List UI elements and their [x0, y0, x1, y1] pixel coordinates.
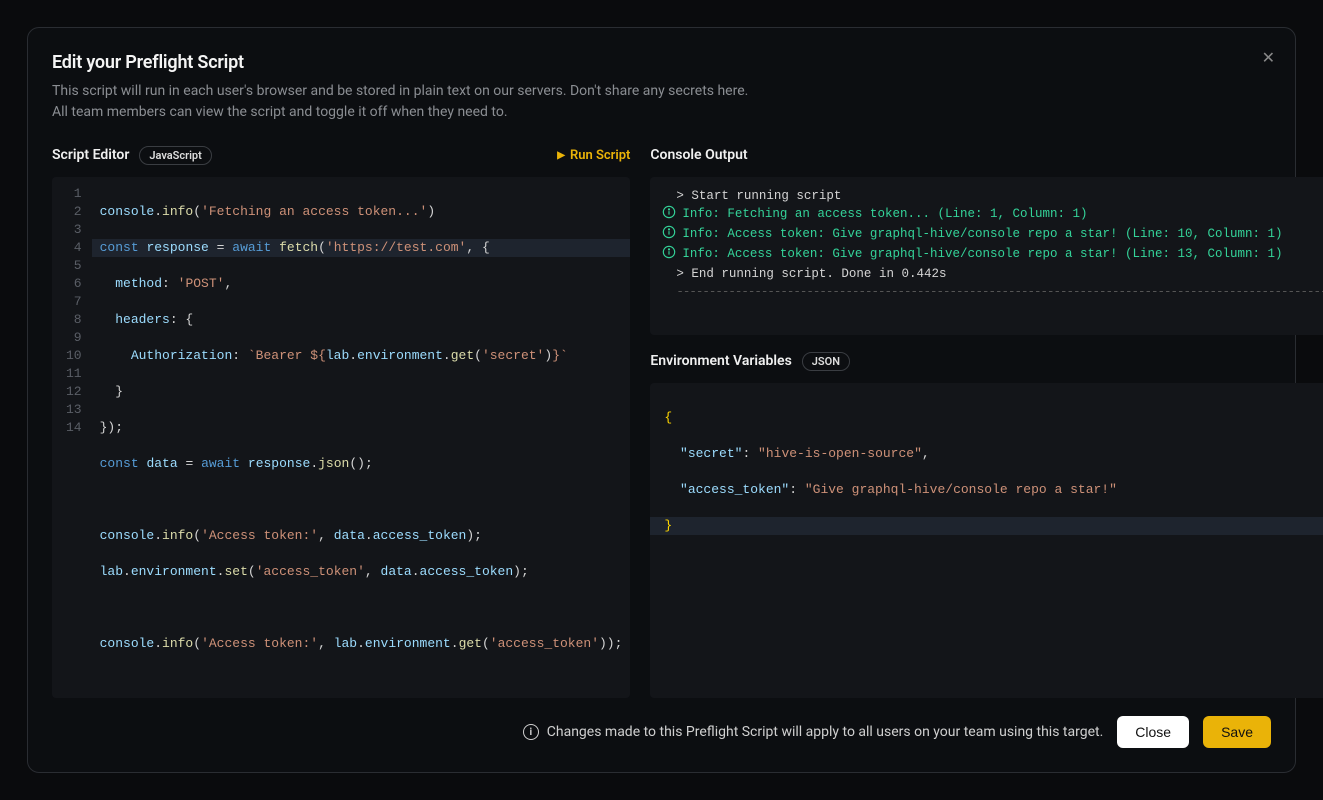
language-badge: JavaScript	[139, 146, 211, 165]
info-icon: i	[523, 724, 539, 740]
json-badge: JSON	[802, 352, 850, 371]
run-script-button[interactable]: ▶ Run Script	[557, 148, 630, 163]
console-output[interactable]: > Start running script Info: Fetching an…	[650, 177, 1323, 335]
footer-warning: i Changes made to this Preflight Script …	[523, 724, 1104, 740]
play-icon: ▶	[557, 150, 565, 161]
console-output-title: Console Output	[650, 147, 747, 163]
console-line: Info: Access token: Give graphql-hive/co…	[662, 245, 1323, 265]
line-gutter: 1234567891011121314	[52, 177, 92, 698]
modal-title: Edit your Preflight Script	[52, 52, 1271, 73]
info-icon	[662, 225, 676, 245]
save-button[interactable]: Save	[1203, 716, 1271, 748]
env-editor[interactable]: { "secret": "hive-is-open-source", "acce…	[650, 383, 1323, 698]
env-vars-title: Environment Variables	[650, 353, 791, 369]
console-line: > End running script. Done in 0.442s	[662, 265, 1323, 283]
info-icon	[662, 205, 676, 225]
console-separator: ----------------------------------------…	[662, 283, 1323, 301]
close-button[interactable]: Close	[1117, 716, 1189, 748]
console-line: Info: Access token: Give graphql-hive/co…	[662, 225, 1323, 245]
preflight-script-modal: ✕ Edit your Preflight Script This script…	[27, 27, 1296, 773]
console-line: Info: Fetching an access token... (Line:…	[662, 205, 1323, 225]
modal-subtitle: This script will run in each user's brow…	[52, 81, 1271, 123]
console-line: > Start running script	[662, 187, 1323, 205]
script-editor-title: Script Editor	[52, 147, 129, 163]
script-editor[interactable]: 1234567891011121314 console.info('Fetchi…	[52, 177, 630, 698]
info-icon	[662, 245, 676, 265]
code-area[interactable]: console.info('Fetching an access token..…	[92, 177, 631, 698]
close-icon[interactable]: ✕	[1262, 48, 1275, 67]
